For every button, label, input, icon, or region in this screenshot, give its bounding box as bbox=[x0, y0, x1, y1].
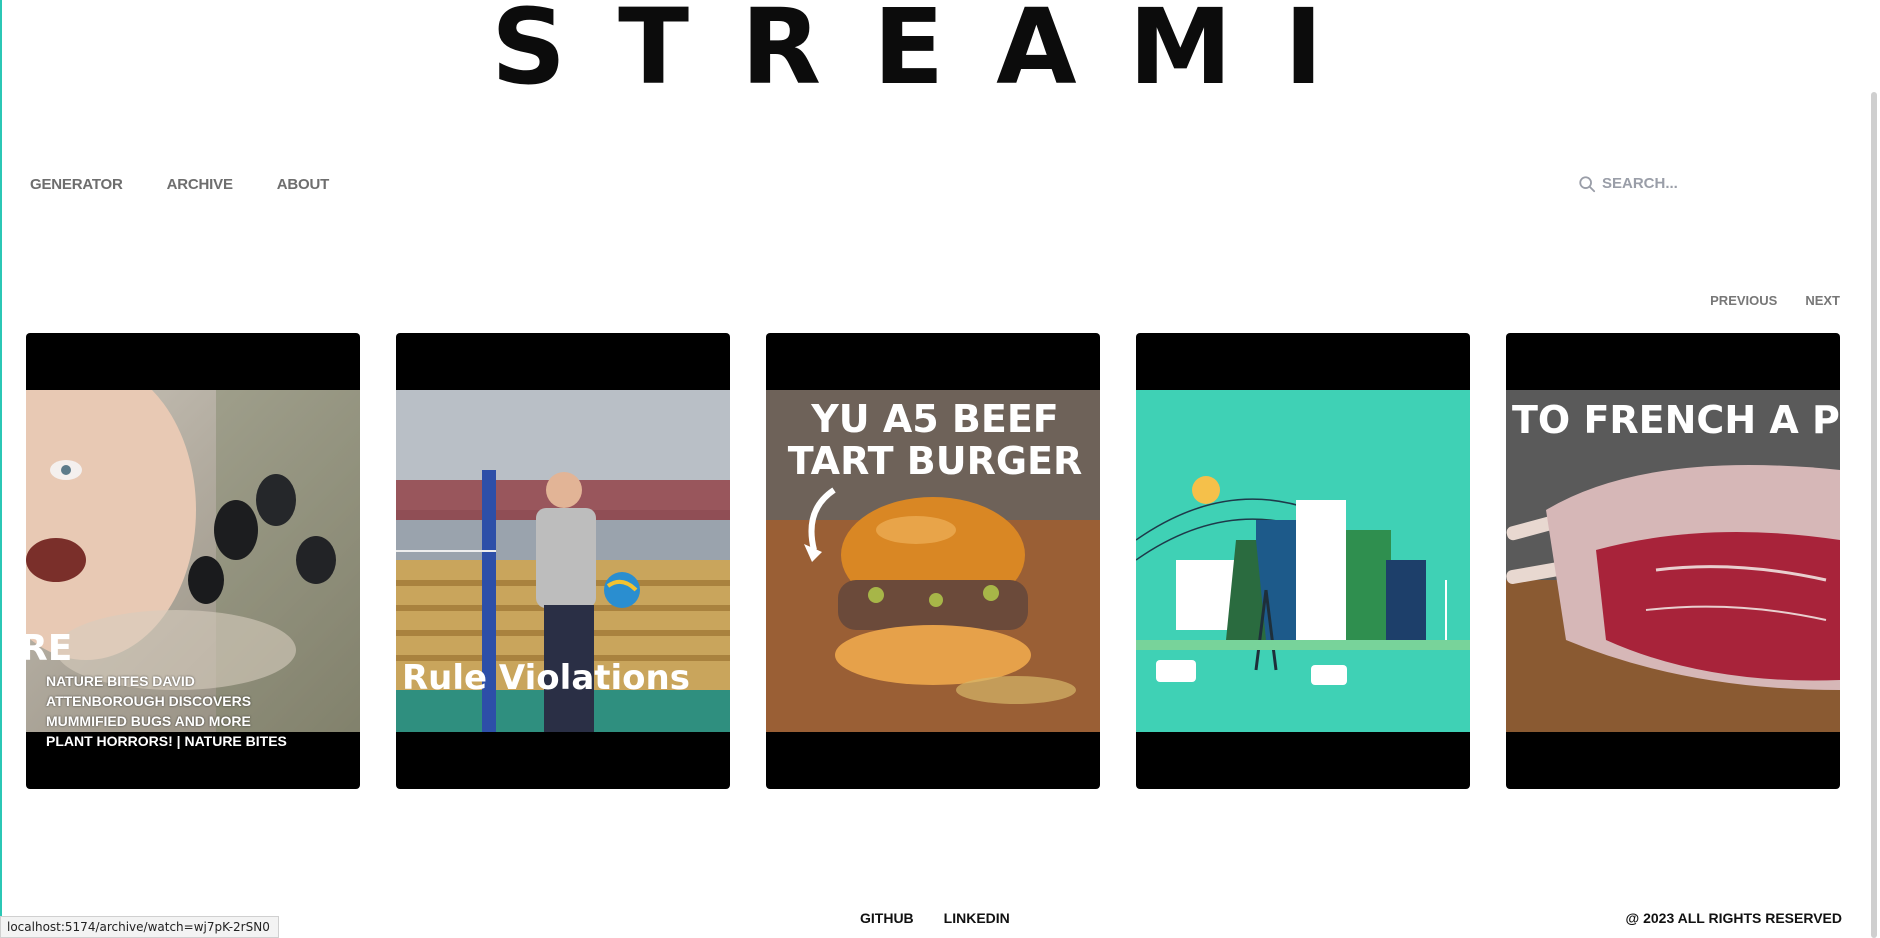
video-title: NATURE BITES DAVID ATTENBOROUGH DISCOVER… bbox=[46, 673, 287, 749]
thumbnail-overlay-text: Rule Violations bbox=[402, 658, 690, 698]
site-logo[interactable]: STREAMI bbox=[0, 0, 1866, 102]
thumbnail-overlay-text: RE bbox=[26, 628, 73, 669]
github-link[interactable]: GITHUB bbox=[860, 910, 914, 926]
search-box bbox=[1578, 174, 1754, 193]
browser-status-url: localhost:5174/archive/watch=wj7pK-2rSN0 bbox=[0, 916, 279, 938]
video-card[interactable]: Rule Violations bbox=[396, 333, 730, 789]
video-card[interactable] bbox=[1136, 333, 1470, 789]
video-thumbnail bbox=[1136, 390, 1470, 732]
video-carousel: RE NATURE BITES DAVID ATTENBOROUGH DISCO… bbox=[26, 333, 1840, 789]
left-accent-line bbox=[0, 0, 2, 938]
video-thumbnail: Rule Violations bbox=[396, 390, 730, 732]
search-input[interactable] bbox=[1600, 174, 1754, 193]
video-thumbnail: YU A5 BEEF TART BURGER bbox=[766, 390, 1100, 732]
thumbnail-overlay-text: YU A5 BEEF TART BURGER bbox=[787, 397, 1083, 483]
thumbnail-overlay-text: TO FRENCH A PRIM bbox=[1512, 398, 1840, 442]
pagination: PREVIOUS NEXT bbox=[1710, 293, 1840, 308]
main-nav: GENERATOR ARCHIVE ABOUT bbox=[30, 176, 329, 193]
search-icon[interactable] bbox=[1578, 175, 1596, 193]
nav-generator[interactable]: GENERATOR bbox=[30, 176, 123, 193]
linkedin-link[interactable]: LINKEDIN bbox=[944, 910, 1010, 926]
nav-about[interactable]: ABOUT bbox=[277, 176, 330, 193]
nav-archive[interactable]: ARCHIVE bbox=[167, 176, 233, 193]
video-card[interactable]: YU A5 BEEF TART BURGER bbox=[766, 333, 1100, 789]
footer-links: GITHUB LINKEDIN bbox=[860, 910, 1010, 926]
video-card[interactable]: TO FRENCH A PRIM bbox=[1506, 333, 1840, 789]
video-thumbnail: TO FRENCH A PRIM bbox=[1506, 390, 1840, 732]
next-button[interactable]: NEXT bbox=[1805, 293, 1840, 308]
copyright-text: @ 2023 ALL RIGHTS RESERVED bbox=[1625, 910, 1842, 926]
scrollbar[interactable] bbox=[1866, 0, 1880, 938]
scrollbar-thumb[interactable] bbox=[1871, 92, 1877, 938]
video-card[interactable]: RE NATURE BITES DAVID ATTENBOROUGH DISCO… bbox=[26, 333, 360, 789]
previous-button[interactable]: PREVIOUS bbox=[1710, 293, 1777, 308]
